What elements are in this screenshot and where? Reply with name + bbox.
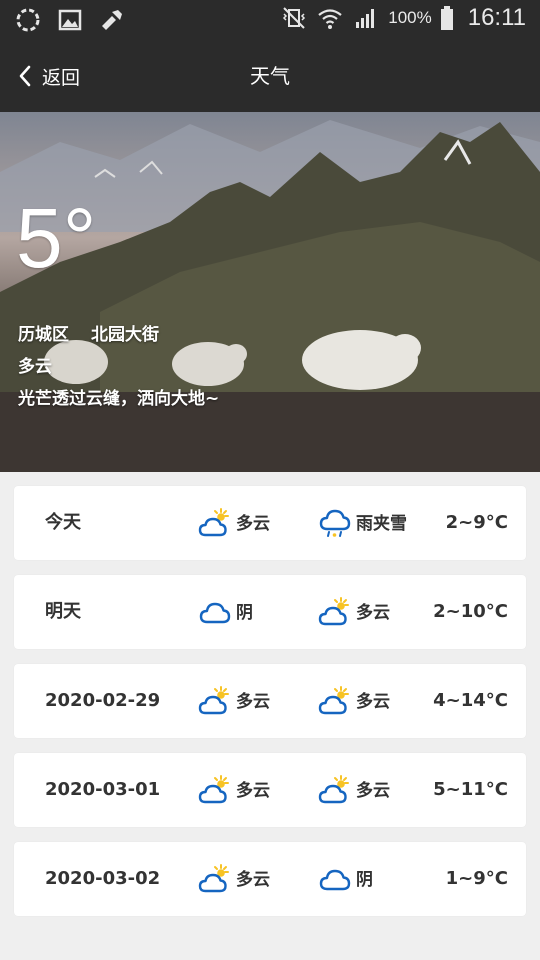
street-label: 北园大街 xyxy=(91,325,159,345)
forecast-row[interactable]: 今天 多云 雨夹雪 2~9°C xyxy=(14,486,526,560)
current-condition: 多云 xyxy=(18,357,52,377)
day-weather: 多云 xyxy=(198,753,270,827)
day-weather: 多云 xyxy=(198,842,270,916)
image-icon xyxy=(58,9,82,31)
wifi-icon xyxy=(318,9,342,29)
partly-cloudy-icon xyxy=(318,597,349,626)
night-condition: 多云 xyxy=(356,602,390,623)
partly-cloudy-icon xyxy=(198,508,229,537)
day-weather: 多云 xyxy=(198,664,270,738)
district-label: 历城区 xyxy=(18,325,69,345)
clock: 16:11 xyxy=(467,4,526,31)
back-button[interactable]: 返回 xyxy=(16,40,80,112)
day-condition: 多云 xyxy=(236,513,270,534)
partly-cloudy-icon xyxy=(318,686,349,715)
vibrate-mute-icon xyxy=(283,7,306,29)
location: 历城区 北园大街 xyxy=(18,320,159,345)
sleet-icon xyxy=(319,509,351,537)
hero-weather-banner: 5° 历城区 北园大街 多云 光芒透过云缝，洒向大地~ xyxy=(0,112,540,472)
partly-cloudy-icon xyxy=(198,775,229,804)
forecast-date: 2020-02-29 xyxy=(45,690,161,711)
day-weather: 多云 xyxy=(198,486,270,560)
partly-cloudy-icon xyxy=(198,864,229,893)
tools-icon xyxy=(102,10,122,30)
hero-background-image xyxy=(0,112,540,472)
temperature-range: 5~11°C xyxy=(433,779,508,800)
forecast-date: 今天 xyxy=(45,512,81,533)
day-weather: 阴 xyxy=(198,575,253,649)
night-weather: 多云 xyxy=(318,575,390,649)
signal-icon xyxy=(356,9,375,28)
partly-cloudy-icon xyxy=(318,775,349,804)
night-condition: 雨夹雪 xyxy=(356,513,407,534)
forecast-list: 今天 多云 雨夹雪 2~9°C 明天 阴 多云 2~10°C 2020-02-2… xyxy=(14,486,526,931)
night-weather: 雨夹雪 xyxy=(318,486,407,560)
chevron-left-icon xyxy=(19,65,31,87)
forecast-row[interactable]: 明天 阴 多云 2~10°C xyxy=(14,575,526,649)
forecast-date: 2020-03-01 xyxy=(45,779,161,800)
app-header: 返回 天气 xyxy=(0,40,540,112)
battery-icon xyxy=(440,6,453,30)
status-bar: 100% 16:11 xyxy=(0,0,540,40)
forecast-date: 明天 xyxy=(45,601,81,622)
night-condition: 多云 xyxy=(356,780,390,801)
sync-icon xyxy=(16,8,40,32)
forecast-row[interactable]: 2020-03-01 多云 多云 5~11°C xyxy=(14,753,526,827)
weather-description: 光芒透过云缝，洒向大地~ xyxy=(18,389,220,409)
day-condition: 多云 xyxy=(236,869,270,890)
temperature-range: 2~10°C xyxy=(433,601,508,622)
back-label: 返回 xyxy=(42,66,81,89)
night-condition: 多云 xyxy=(356,691,390,712)
partly-cloudy-icon xyxy=(198,686,229,715)
night-condition: 阴 xyxy=(356,869,373,890)
day-condition: 多云 xyxy=(236,780,270,801)
battery-percent: 100% xyxy=(388,8,432,27)
current-temperature: 5° xyxy=(16,191,97,285)
temperature-range: 4~14°C xyxy=(433,690,508,711)
day-condition: 阴 xyxy=(236,602,253,623)
day-condition: 多云 xyxy=(236,691,270,712)
forecast-date: 2020-03-02 xyxy=(45,868,161,889)
temperature-range: 1~9°C xyxy=(445,868,508,889)
night-weather: 多云 xyxy=(318,753,390,827)
cloudy-icon xyxy=(199,602,231,624)
night-weather: 阴 xyxy=(318,842,373,916)
cloudy-icon xyxy=(319,869,351,891)
forecast-row[interactable]: 2020-03-02 多云 阴 1~9°C xyxy=(14,842,526,916)
page-title: 天气 xyxy=(250,64,290,88)
temperature-range: 2~9°C xyxy=(445,512,508,533)
night-weather: 多云 xyxy=(318,664,390,738)
forecast-row[interactable]: 2020-02-29 多云 多云 4~14°C xyxy=(14,664,526,738)
